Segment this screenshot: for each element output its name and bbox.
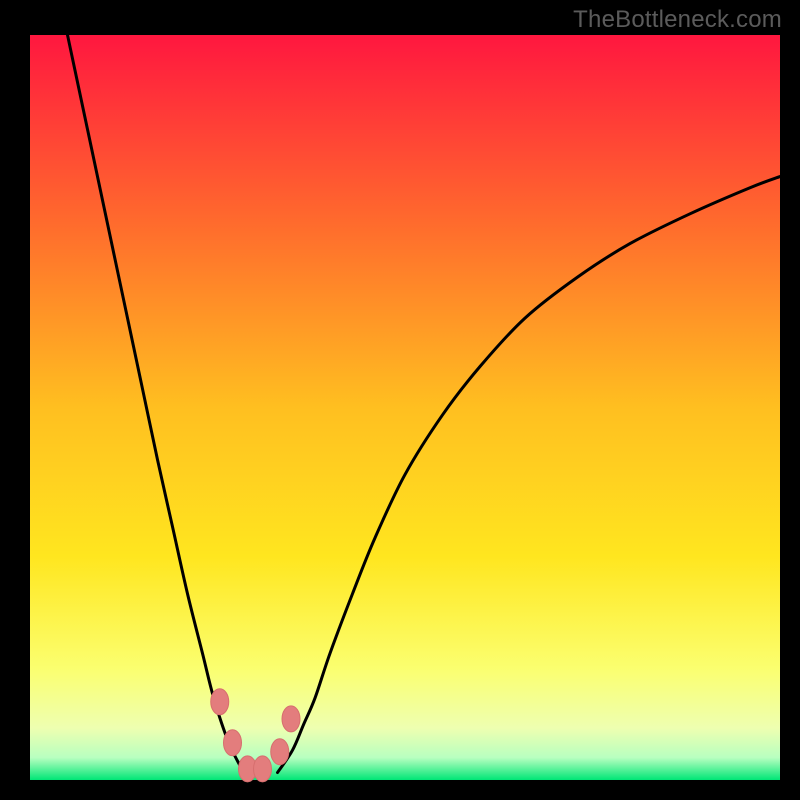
chart-frame: TheBottleneck.com <box>0 0 800 800</box>
plot-background <box>30 35 780 780</box>
marker-right-lower <box>271 739 289 765</box>
marker-right-upper <box>282 706 300 732</box>
marker-bottom-2 <box>254 756 272 782</box>
marker-left-lower <box>224 730 242 756</box>
bottleneck-chart <box>0 0 800 800</box>
marker-left-upper <box>211 689 229 715</box>
